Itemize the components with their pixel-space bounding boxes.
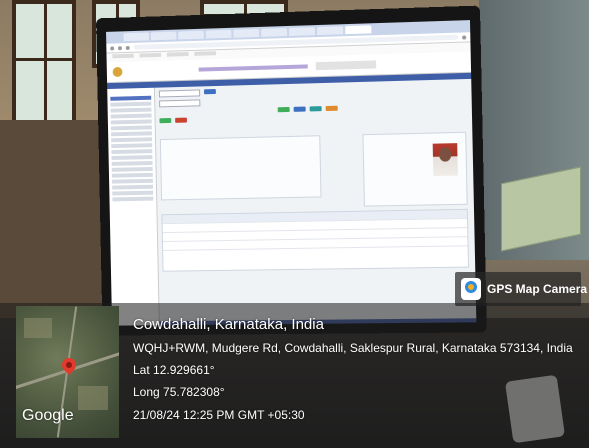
gps-map-camera-icon — [461, 278, 481, 300]
details-panel — [159, 135, 322, 201]
sidebar-item[interactable] — [111, 161, 153, 166]
sidebar-item[interactable] — [110, 101, 152, 107]
id-field[interactable] — [159, 99, 201, 108]
search-button[interactable] — [203, 88, 216, 95]
map-field — [24, 318, 52, 338]
action-button[interactable] — [309, 106, 322, 112]
location-timestamp: 21/08/24 12:25 PM GMT +05:30 — [133, 408, 305, 422]
sidebar-item[interactable] — [112, 190, 154, 196]
action-button[interactable] — [325, 105, 338, 112]
menu-icon[interactable] — [462, 34, 467, 40]
emblem-logo — [112, 66, 123, 78]
sidebar-item[interactable] — [110, 119, 152, 125]
profile-panel — [362, 131, 468, 207]
location-address: WQHJ+RWM, Mudgere Rd, Cowdahalli, Sakles… — [133, 341, 573, 355]
browser-tab[interactable] — [288, 27, 316, 36]
sidebar-item[interactable] — [111, 137, 153, 143]
sidebar-item[interactable] — [110, 95, 152, 101]
google-attribution: Google — [22, 407, 74, 424]
browser-tab[interactable] — [150, 31, 177, 41]
sidebar-item[interactable] — [112, 196, 154, 202]
sidebar-item[interactable] — [111, 178, 153, 184]
status-row — [159, 110, 467, 124]
browser-tab[interactable] — [261, 28, 288, 37]
bookmark-item[interactable] — [194, 51, 217, 56]
computer-monitor — [96, 5, 487, 336]
browser-tab[interactable] — [316, 26, 344, 36]
sidebar-item[interactable] — [111, 155, 153, 160]
app-title — [198, 64, 308, 72]
sidebar-item[interactable] — [111, 166, 153, 172]
status-button[interactable] — [159, 117, 172, 124]
monitor-screen — [106, 20, 477, 326]
app-sidebar — [107, 87, 160, 326]
location-longitude: Long 75.782308° — [133, 385, 225, 399]
room-window — [12, 0, 76, 128]
sidebar-item[interactable] — [110, 125, 152, 131]
app-body — [107, 79, 477, 326]
sidebar-item[interactable] — [111, 172, 153, 178]
status-button[interactable] — [175, 117, 187, 123]
forward-icon[interactable] — [117, 45, 122, 50]
bookmark-item[interactable] — [112, 53, 134, 59]
browser-tab-active[interactable] — [345, 25, 372, 35]
bookmark-item[interactable] — [139, 52, 162, 58]
back-icon[interactable] — [110, 45, 115, 50]
left-shelf — [0, 120, 110, 320]
action-button[interactable] — [277, 106, 290, 113]
location-latitude: Lat 12.929661° — [133, 363, 215, 377]
gps-camera-badge: GPS Map Camera — [455, 272, 587, 306]
bookmark-item[interactable] — [166, 52, 189, 57]
reload-icon[interactable] — [125, 45, 130, 50]
app-main — [155, 79, 477, 326]
action-button[interactable] — [293, 106, 306, 112]
map-field — [78, 386, 108, 410]
browser-tab[interactable] — [178, 30, 204, 40]
browser-tab[interactable] — [205, 29, 232, 39]
sidebar-item[interactable] — [111, 131, 152, 137]
sidebar-item[interactable] — [111, 149, 153, 155]
location-title: Cowdahalli, Karnataka, India — [133, 316, 324, 333]
sidebar-item[interactable] — [110, 113, 152, 119]
sidebar-item[interactable] — [111, 143, 153, 149]
records-table — [161, 208, 470, 272]
browser-tab[interactable] — [233, 28, 260, 38]
user-info — [315, 60, 377, 71]
search-field[interactable] — [158, 89, 201, 98]
sidebar-item[interactable] — [110, 107, 152, 113]
gps-badge-label: GPS Map Camera — [487, 282, 588, 296]
sidebar-item[interactable] — [112, 184, 154, 190]
browser-tab[interactable] — [123, 32, 150, 42]
